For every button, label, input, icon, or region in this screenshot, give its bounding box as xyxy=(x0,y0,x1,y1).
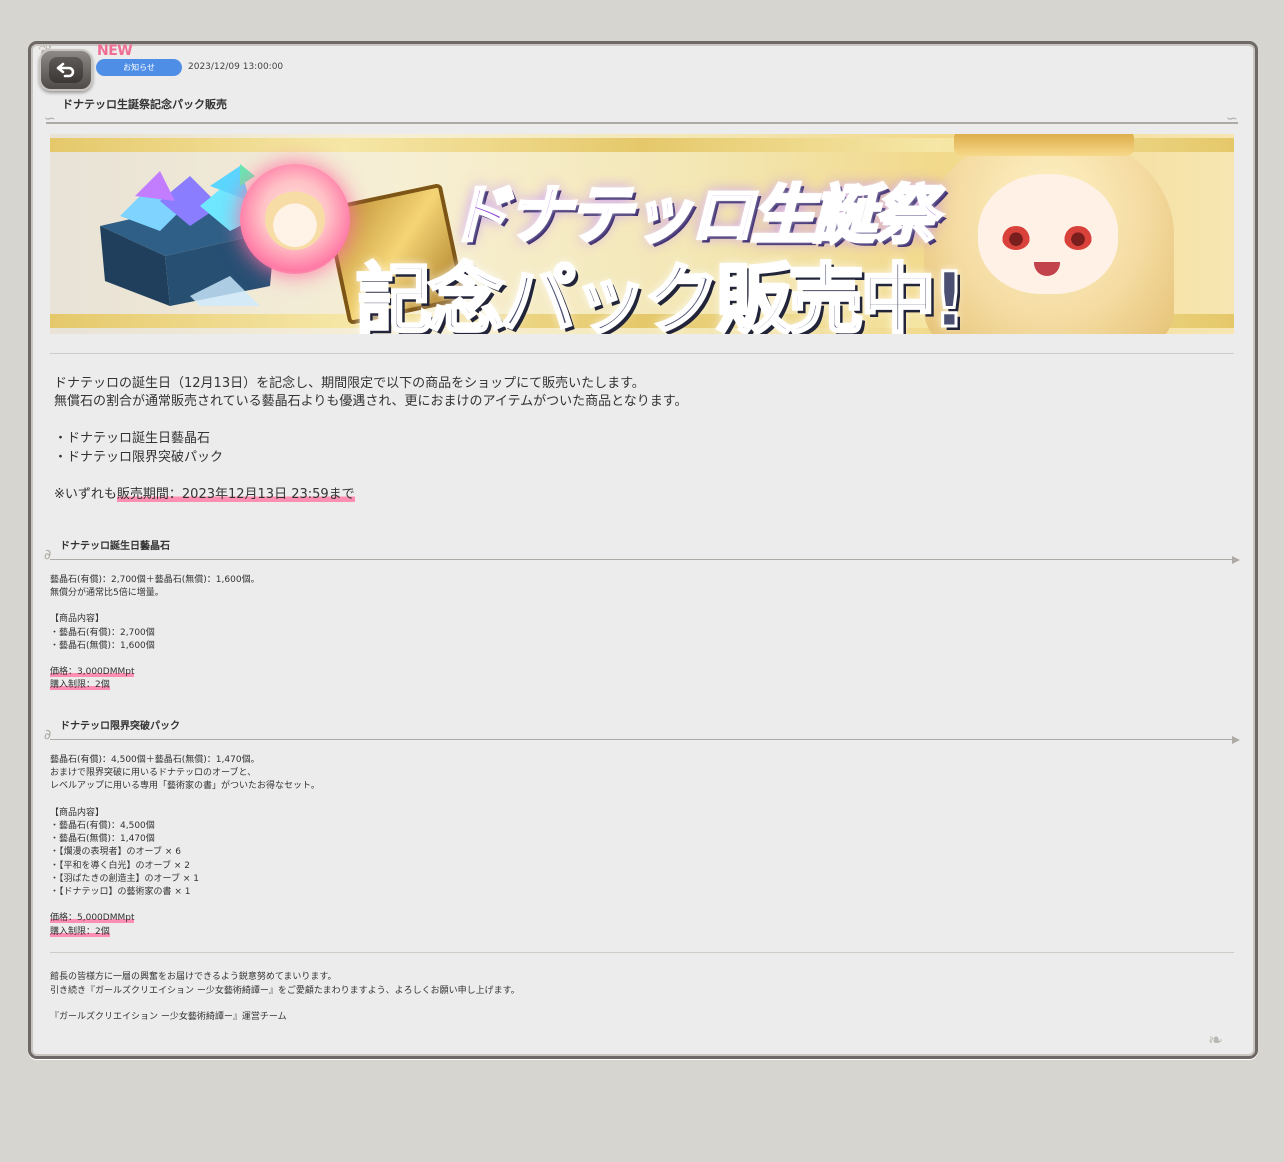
section2-content-item: ・藝晶石(無償)：1,470個 xyxy=(50,834,155,844)
swirl-ornament-icon: ∽ xyxy=(44,111,56,127)
banner-subheading: 記念パック販売中! xyxy=(355,254,969,335)
sale-period-highlight: 販売期間：2023年12月13日 23:59まで xyxy=(116,487,355,502)
corner-ornament-icon: ❧ xyxy=(1208,1030,1224,1051)
intro-line-2: 無償石の割合が通常販売されている藝晶石よりも優遇され、更におまけのアイテムがつい… xyxy=(54,394,688,409)
section2-contents-label: 【商品内容】 xyxy=(50,808,105,818)
new-badge: NEW xyxy=(97,43,133,59)
section-title-birthday-stones: ドナテッロ誕生日藝晶石 xyxy=(60,541,170,552)
section2-content-item: ・【羽ばたきの創造主】のオーブ × 1 xyxy=(50,874,199,884)
section1-price: 価格：3,000DMMpt xyxy=(50,664,135,677)
footer-line-1: 館長の皆様方に一層の興奮をお届けできるよう鋭意努めてまいります。 xyxy=(50,972,337,982)
title-divider xyxy=(46,122,1238,124)
section2-content-item: ・【爛漫の表現者】のオーブ × 6 xyxy=(50,847,181,857)
section2-content-item: ・【ドナテッロ】の藝術家の書 × 1 xyxy=(50,887,191,897)
arrow-right-icon xyxy=(1232,736,1240,744)
section1-limit: 購入制限：2個 xyxy=(50,677,110,690)
footer-line-2: 引き続き『ガールズクリエイション ー少女藝術綺譚ー』をご愛顧たまわりますよう、よ… xyxy=(50,986,520,996)
content-divider xyxy=(50,353,1234,354)
section1-price-value: 価格：3,000DMMpt xyxy=(50,667,135,677)
intro-line-1: ドナテッロの誕生日（12月13日）を記念し、期間限定で以下の商品をショップにて販… xyxy=(54,376,645,391)
section-title-limit-break-pack: ドナテッロ限界突破パック xyxy=(60,721,180,732)
section-divider xyxy=(50,739,1232,740)
footer-signature: 『ガールズクリエイション ー少女藝術綺譚ー』運営チーム xyxy=(50,1012,287,1022)
arrow-right-icon xyxy=(1232,556,1240,564)
section2-desc-2: おまけで限界突破に用いるドナテッロのオーブと、 xyxy=(50,768,257,778)
sale-period: ※いずれも販売期間：2023年12月13日 23:59まで xyxy=(54,483,355,502)
character-orb-image xyxy=(240,164,350,274)
footer-divider xyxy=(50,952,1234,953)
section1-desc-2: 無償分が通常比5倍に増量。 xyxy=(50,588,164,598)
post-date: 2023/12/09 13:00:00 xyxy=(188,62,284,72)
section2-price: 価格：5,000DMMpt xyxy=(50,910,135,923)
intro-item-1: ・ドナテッロ誕生日藝晶石 xyxy=(54,431,211,446)
section2-desc-3: レベルアップに用いる専用「藝術家の書」がついたお得なセット。 xyxy=(50,781,320,791)
intro-item-2: ・ドナテッロ限界突破パック xyxy=(54,450,224,465)
category-badge: お知らせ xyxy=(96,59,182,76)
section-divider xyxy=(50,559,1232,560)
swirl-ornament-icon: ∽ xyxy=(1226,111,1238,127)
section2-limit: 購入制限：2個 xyxy=(50,924,110,937)
section2-price-value: 価格：5,000DMMpt xyxy=(50,913,135,923)
section2-desc-1: 藝晶石(有償)：4,500個＋藝晶石(無償)：1,470個。 xyxy=(50,755,260,765)
sale-period-prefix: ※いずれも xyxy=(54,487,117,502)
section1-content-item: ・藝晶石(有償)：2,700個 xyxy=(50,628,155,638)
section2-content-item: ・【平和を導く白光】のオーブ × 2 xyxy=(50,861,190,871)
notice-title: ドナテッロ生誕祭記念パック販売 xyxy=(62,98,227,111)
section2-limit-value: 購入制限：2個 xyxy=(50,927,110,937)
section1-content-item: ・藝晶石(無償)：1,600個 xyxy=(50,641,155,651)
section1-contents-label: 【商品内容】 xyxy=(50,614,105,624)
section1-desc-1: 藝晶石(有償)：2,700個＋藝晶石(無償)：1,600個。 xyxy=(50,575,260,585)
back-button[interactable] xyxy=(39,49,93,91)
section1-limit-value: 購入制限：2個 xyxy=(50,680,110,690)
back-arrow-icon xyxy=(49,57,83,83)
section2-content-item: ・藝晶石(有償)：4,500個 xyxy=(50,821,155,831)
event-banner: ドナテッロ生誕祭 記念パック販売中! xyxy=(50,134,1234,334)
